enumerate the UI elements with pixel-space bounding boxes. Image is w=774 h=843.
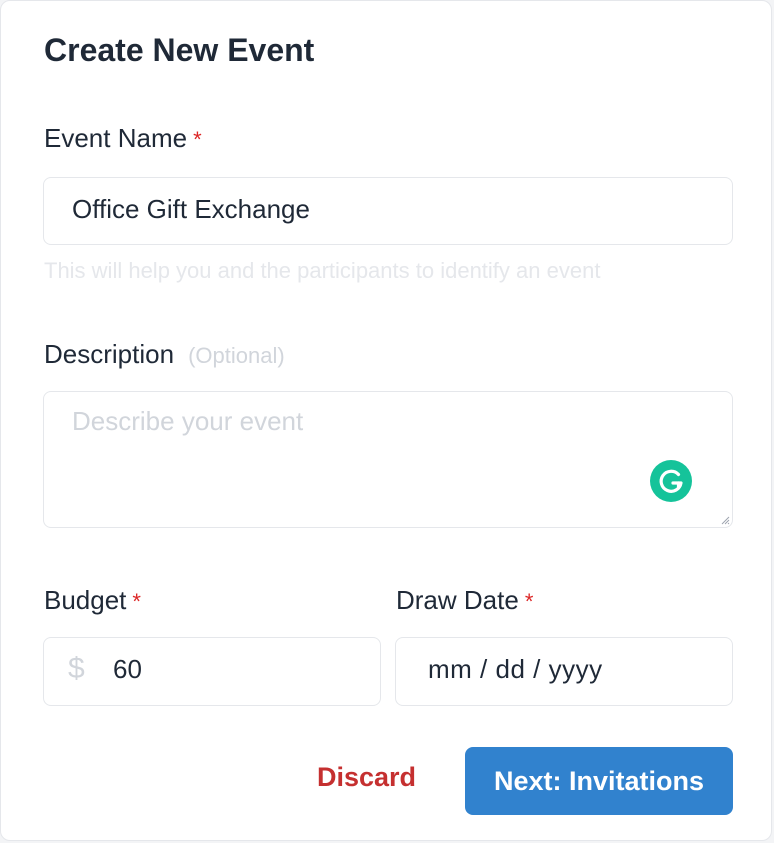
optional-text: (Optional) bbox=[188, 343, 285, 368]
draw-date-label: Draw Date * bbox=[396, 585, 533, 617]
description-label-text: Description bbox=[44, 339, 175, 369]
event-name-label-text: Event Name bbox=[44, 123, 188, 153]
event-name-help-text: This will help you and the participants … bbox=[44, 258, 601, 283]
description-textarea[interactable]: Describe your event bbox=[43, 391, 733, 528]
required-mark: * bbox=[193, 127, 202, 152]
event-name-input[interactable]: Office Gift Exchange bbox=[43, 177, 733, 245]
event-name-label: Event Name * bbox=[44, 123, 202, 155]
budget-input[interactable]: $ 60 bbox=[43, 637, 381, 706]
discard-button[interactable]: Discard bbox=[317, 761, 416, 793]
create-event-card: Create New Event Event Name * Office Gift… bbox=[0, 0, 772, 841]
description-label: Description (Optional) bbox=[44, 339, 285, 371]
budget-label-text: Budget bbox=[44, 585, 127, 615]
description-placeholder: Describe your event bbox=[72, 406, 304, 436]
resize-handle-icon[interactable] bbox=[720, 515, 730, 525]
dollar-icon: $ bbox=[68, 652, 85, 685]
next-invitations-button[interactable]: Next: Invitations bbox=[465, 747, 733, 815]
draw-date-input[interactable]: mm / dd / yyyy bbox=[395, 637, 733, 706]
grammarly-icon[interactable] bbox=[650, 460, 692, 502]
budget-label: Budget * bbox=[44, 585, 141, 617]
draw-date-label-text: Draw Date bbox=[396, 585, 519, 615]
page-title: Create New Event bbox=[44, 32, 315, 68]
draw-date-placeholder: mm / dd / yyyy bbox=[428, 654, 603, 684]
required-mark: * bbox=[524, 589, 534, 614]
event-name-value: Office Gift Exchange bbox=[72, 194, 310, 224]
budget-value: 60 bbox=[113, 654, 142, 684]
required-mark: * bbox=[132, 589, 141, 614]
